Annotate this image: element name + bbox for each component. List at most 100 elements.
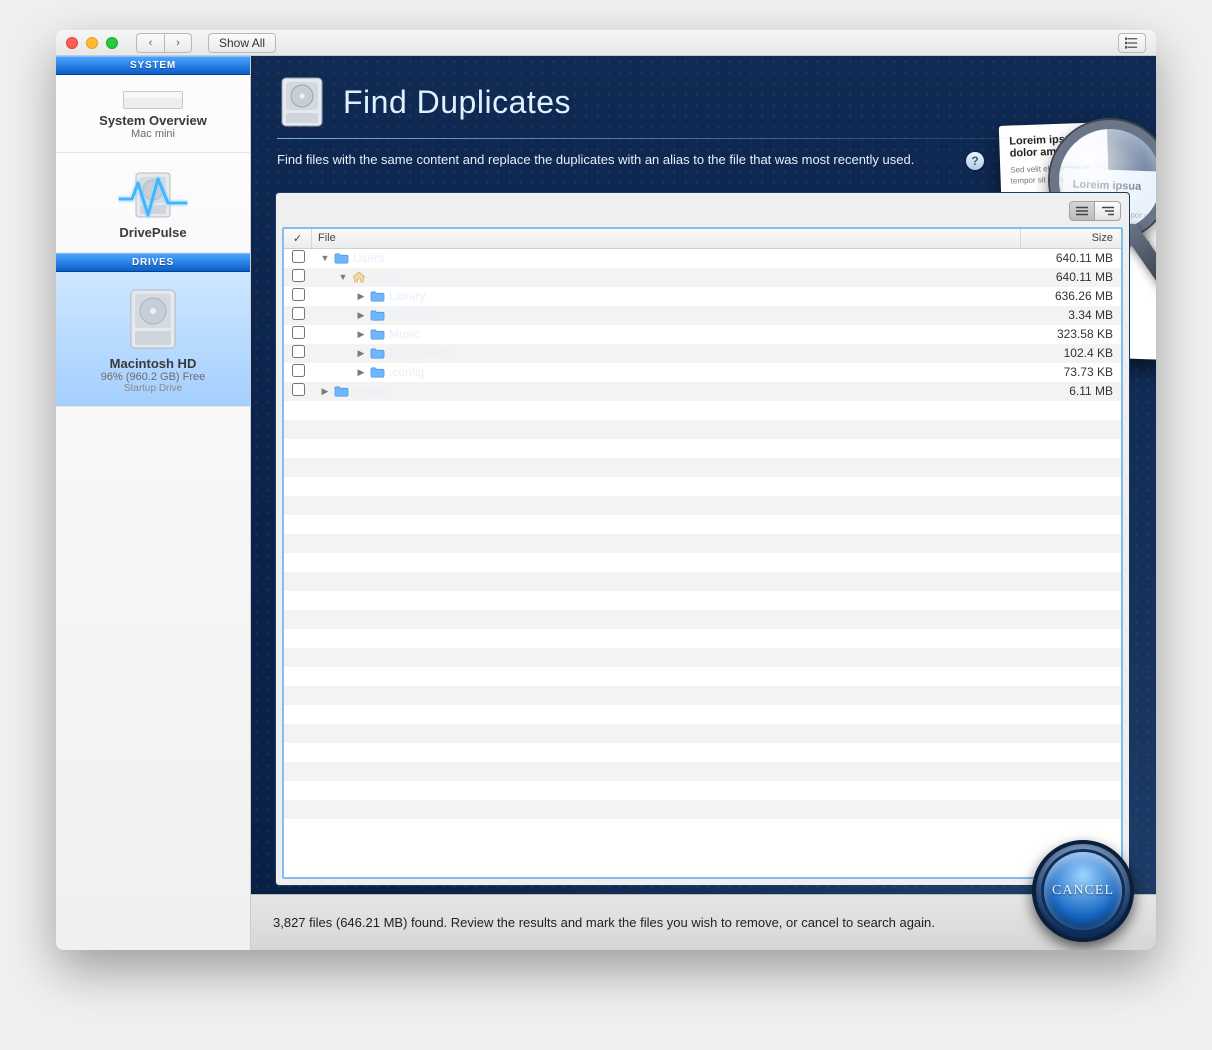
disclosure-triangle[interactable]: ▼ (320, 253, 330, 263)
disclosure-triangle[interactable]: ▶ (356, 291, 366, 302)
table-row[interactable]: ▶ Music 323.58 KB (284, 325, 1121, 344)
table-row-empty (284, 477, 1121, 496)
table-row-empty (284, 705, 1121, 724)
sidebar-section-drives: DRIVES (56, 253, 250, 272)
page-title: Find Duplicates (343, 84, 571, 121)
disclosure-triangle[interactable]: ▶ (356, 348, 366, 359)
disclosure-triangle[interactable]: ▶ (356, 367, 366, 378)
disclosure-triangle[interactable]: ▶ (356, 310, 366, 321)
forward-button[interactable]: › (164, 33, 192, 53)
sidebar-item-label: Macintosh HD (62, 356, 244, 371)
disclosure-triangle[interactable]: ▼ (338, 272, 348, 282)
sidebar-item-label: System Overview (62, 113, 244, 128)
disclosure-triangle[interactable]: ▶ (356, 329, 366, 340)
row-checkbox[interactable] (292, 269, 305, 282)
table-row-empty (284, 401, 1121, 420)
folder-icon (370, 309, 385, 321)
table-row-empty (284, 572, 1121, 591)
table-row-empty (284, 800, 1121, 819)
table-row[interactable]: ▶ Documents 102.4 KB (284, 344, 1121, 363)
sidebar-item-macintosh-hd[interactable]: Macintosh HD 96% (960.2 GB) Free Startup… (56, 272, 250, 407)
mac-mini-icon (123, 91, 183, 109)
row-checkbox[interactable] (292, 345, 305, 358)
col-header-file[interactable]: File (312, 229, 1021, 248)
table-row-empty (284, 724, 1121, 743)
back-button[interactable]: ‹ (136, 33, 164, 53)
table-row[interactable]: ▼mattt640.11 MB (284, 268, 1121, 287)
file-name: Music (389, 327, 420, 341)
table-row-empty (284, 496, 1121, 515)
folder-icon (370, 290, 385, 302)
view-list-button[interactable] (1069, 201, 1095, 221)
file-name: Documents (389, 346, 450, 360)
view-segment (1069, 201, 1121, 221)
table-row-empty (284, 781, 1121, 800)
file-size: 640.11 MB (1021, 251, 1121, 265)
file-size: 6.11 MB (1021, 384, 1121, 398)
page-description: Find files with the same content and rep… (251, 139, 1156, 184)
col-header-size[interactable]: Size (1021, 229, 1121, 248)
table-row-empty (284, 591, 1121, 610)
file-name: mattt (370, 270, 397, 284)
table-row-empty (284, 439, 1121, 458)
table-row-empty (284, 458, 1121, 477)
row-checkbox[interactable] (292, 383, 305, 396)
file-name: .config (389, 365, 424, 379)
table-row-empty (284, 743, 1121, 762)
cancel-button[interactable]: CANCEL (1032, 840, 1134, 942)
list-icon (1125, 37, 1139, 49)
table-row-empty (284, 667, 1121, 686)
file-size: 73.73 KB (1021, 365, 1121, 379)
indent-icon (1101, 206, 1115, 216)
titlebar: ‹ › Show All (56, 30, 1156, 56)
sidebar-item-sub2: Startup Drive (62, 383, 244, 394)
table-row[interactable]: ▶ .config 73.73 KB (284, 363, 1121, 382)
file-size: 323.58 KB (1021, 327, 1121, 341)
folder-icon (334, 385, 349, 397)
list-view-button[interactable] (1118, 33, 1146, 53)
status-text: 3,827 files (646.21 MB) found. Review th… (273, 915, 935, 930)
help-button[interactable]: ? (966, 152, 984, 170)
sidebar-item-system-overview[interactable]: System Overview Mac mini (56, 75, 250, 153)
file-size: 3.34 MB (1021, 308, 1121, 322)
file-size: 636.26 MB (1021, 289, 1121, 303)
close-window-button[interactable] (66, 37, 78, 49)
folder-icon (370, 347, 385, 359)
view-collapse-button[interactable] (1095, 201, 1121, 221)
folder-icon (334, 252, 349, 264)
table-row-empty (284, 686, 1121, 705)
table-row[interactable]: ▶ private 6.11 MB (284, 382, 1121, 401)
sidebar-item-label: DrivePulse (62, 225, 244, 240)
table-row[interactable]: ▶ Desktop 3.34 MB (284, 306, 1121, 325)
file-size: 102.4 KB (1021, 346, 1121, 360)
col-header-check[interactable]: ✓ (284, 229, 312, 248)
show-all-button[interactable]: Show All (208, 33, 276, 53)
disclosure-triangle[interactable]: ▶ (320, 386, 330, 397)
table-row-empty (284, 610, 1121, 629)
table-body[interactable]: ▼Users640.11 MB▼mattt640.11 MB▶Library63… (284, 249, 1121, 877)
row-checkbox[interactable] (292, 364, 305, 377)
table-row[interactable]: ▼Users640.11 MB (284, 249, 1121, 268)
row-checkbox[interactable] (292, 326, 305, 339)
folder-icon (370, 366, 385, 378)
window: ‹ › Show All SYSTEM System Overview Mac … (56, 30, 1156, 950)
table-row-empty (284, 553, 1121, 572)
sidebar-item-sub: 96% (960.2 GB) Free (62, 371, 244, 383)
sidebar-item-drivepulse[interactable]: DrivePulse (56, 153, 250, 253)
file-name: Desktop (389, 308, 433, 322)
file-name: private (353, 384, 389, 398)
zoom-window-button[interactable] (106, 37, 118, 49)
harddisk-icon (123, 286, 183, 352)
results-table: ✓ File Size ▼Users640.11 MB▼mattt640.11 … (282, 227, 1123, 879)
row-checkbox[interactable] (292, 250, 305, 263)
table-row-empty (284, 534, 1121, 553)
row-checkbox[interactable] (292, 288, 305, 301)
table-header: ✓ File Size (284, 229, 1121, 249)
minimize-window-button[interactable] (86, 37, 98, 49)
table-row[interactable]: ▶Library636.26 MB (284, 287, 1121, 306)
row-checkbox[interactable] (292, 307, 305, 320)
sidebar: SYSTEM System Overview Mac mini DrivePul… (56, 56, 251, 950)
main: Loreim ipsua dolor amet Sed velit elit t… (251, 56, 1156, 950)
app-body: SYSTEM System Overview Mac mini DrivePul… (56, 56, 1156, 950)
folder-icon (370, 328, 385, 340)
